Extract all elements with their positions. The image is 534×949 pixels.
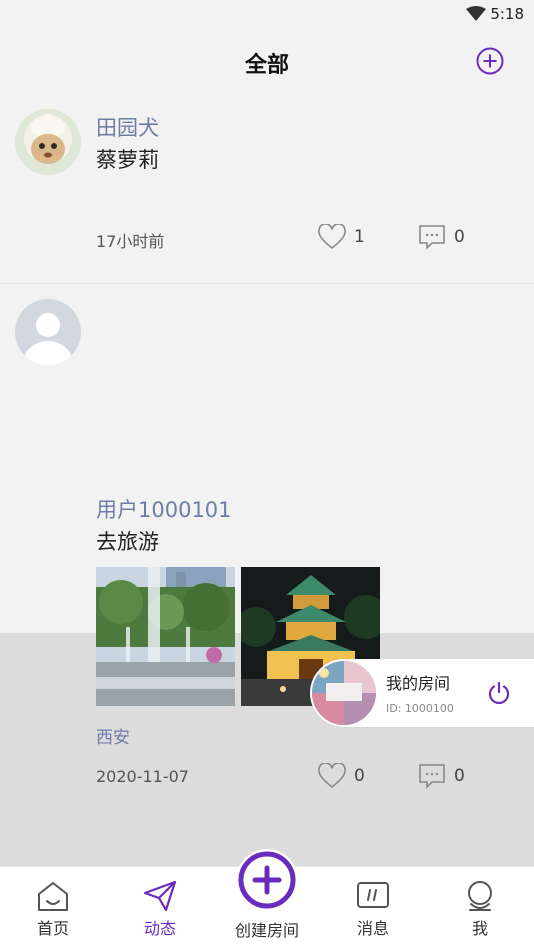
heart-icon	[318, 763, 346, 789]
plus-circle-icon	[238, 851, 296, 909]
page-header: 全部	[0, 30, 534, 94]
create-room-button[interactable]	[236, 849, 298, 911]
message-icon	[357, 882, 389, 908]
room-avatar[interactable]	[312, 661, 376, 725]
tab-create-label[interactable]: 创建房间	[222, 917, 312, 941]
comment-button[interactable]: 0	[418, 763, 465, 789]
tab-home-label: 首页	[36, 919, 69, 938]
tab-feed-label: 动态	[143, 919, 176, 938]
like-count: 0	[354, 766, 365, 786]
feed-post[interactable]: 用户1000101 去旅游 西安 2020-11-07 0 0	[0, 284, 534, 789]
bottom-tab-bar: 首页 动态 创建房间 消息 我	[0, 849, 534, 949]
feed-post[interactable]: 田园犬 蔡萝莉 17小时前 1 0	[0, 94, 534, 284]
tab-me-label: 我	[471, 919, 488, 938]
heart-icon	[318, 224, 346, 250]
post-meta: 2020-11-07 0 0	[96, 763, 474, 793]
like-count: 1	[354, 227, 365, 247]
comment-icon	[419, 764, 445, 789]
power-icon[interactable]	[486, 680, 512, 706]
status-time: 5:18	[490, 5, 524, 23]
comment-count: 0	[454, 227, 465, 247]
like-button[interactable]: 0	[318, 763, 365, 789]
wifi-icon	[466, 6, 486, 21]
my-room-card[interactable]: 我的房间 ID: 1000100	[310, 659, 534, 727]
avatar[interactable]	[15, 109, 81, 175]
post-content: 蔡萝莉	[96, 148, 159, 172]
room-id: ID: 1000100	[386, 702, 454, 715]
paper-plane-icon	[143, 880, 177, 912]
post-time: 2020-11-07	[96, 767, 189, 786]
post-meta: 17小时前 1 0	[96, 224, 474, 254]
page-title: 全部	[244, 53, 289, 78]
status-bar: 5:18	[0, 0, 534, 30]
room-title: 我的房间	[386, 674, 451, 693]
tab-home[interactable]: 首页	[8, 879, 98, 939]
home-icon	[38, 882, 68, 911]
post-content: 去旅游	[96, 530, 159, 554]
like-button[interactable]: 1	[318, 224, 365, 250]
post-image-fountain[interactable]	[96, 567, 235, 706]
avatar[interactable]	[15, 299, 81, 365]
post-username[interactable]: 田园犬	[96, 112, 159, 142]
comment-button[interactable]: 0	[418, 224, 465, 250]
add-post-button[interactable]	[476, 47, 504, 75]
feed-list: 田园犬 蔡萝莉 17小时前 1 0 用户1000101 去旅游 西安 2020-…	[0, 94, 534, 789]
tab-me[interactable]: 我	[435, 879, 525, 939]
tab-messages-label: 消息	[356, 919, 389, 938]
post-username[interactable]: 用户1000101	[96, 494, 232, 524]
profile-icon	[468, 881, 492, 911]
comment-count: 0	[454, 766, 465, 786]
tab-messages[interactable]: 消息	[328, 879, 418, 939]
comment-icon	[419, 225, 445, 250]
post-time: 17小时前	[96, 232, 165, 251]
tab-feed[interactable]: 动态	[115, 879, 205, 939]
post-location[interactable]: 西安	[96, 723, 130, 748]
